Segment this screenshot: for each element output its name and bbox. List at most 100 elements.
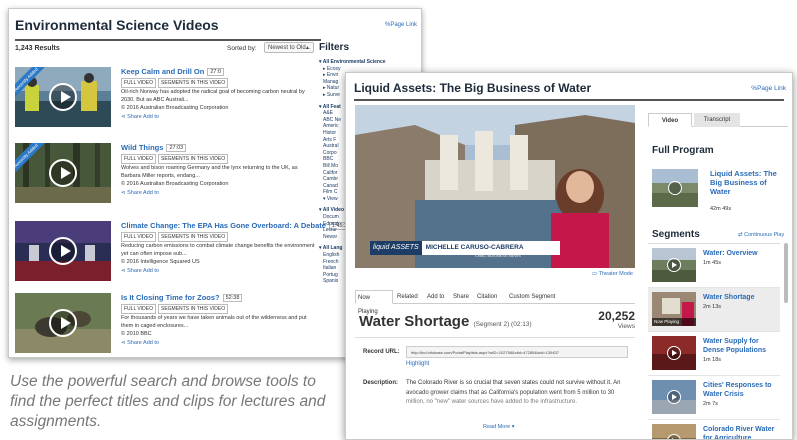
- result-actions[interactable]: ⋖ Share Add to: [121, 340, 159, 346]
- read-more-link[interactable]: Read More ▾: [483, 424, 515, 430]
- description-label: Description:: [363, 380, 399, 386]
- result-actions[interactable]: ⋖ Share Add to: [121, 114, 159, 120]
- views-count: 20,252: [598, 309, 635, 323]
- video-player[interactable]: liquid ASSETS MICHELLE CARUSO-CABRERA CNB…: [355, 105, 635, 268]
- play-icon[interactable]: [667, 390, 681, 404]
- episode-segment: (Segment 2) (02:13): [473, 321, 532, 328]
- duration-badge: 52:38: [222, 294, 243, 302]
- tab-related[interactable]: Related: [395, 290, 423, 304]
- result-title[interactable]: Wild Things 27:03: [121, 143, 187, 152]
- play-icon[interactable]: [49, 237, 77, 265]
- full-video-tag[interactable]: FULL VIDEO: [121, 78, 156, 88]
- share-icon: ⋖: [121, 114, 126, 120]
- actions-label: Share Add to: [127, 190, 159, 196]
- liquid-assets-window: Liquid Assets: The Big Business of Water…: [345, 72, 793, 440]
- filter-group-heading[interactable]: ▾ All Environmental Science: [319, 59, 421, 66]
- play-icon[interactable]: [49, 83, 77, 111]
- full-program-duration: 42m 49s: [710, 206, 732, 212]
- full-video-tag[interactable]: FULL VIDEO: [121, 304, 156, 314]
- segment-thumbnail[interactable]: Now Playing: [652, 292, 696, 326]
- segment-item[interactable]: Now Playing Water Shortage 2m 13s: [648, 288, 780, 332]
- segments-tag[interactable]: SEGMENTS IN THIS VIDEO: [158, 232, 229, 242]
- page-link[interactable]: %Page Link: [385, 22, 417, 28]
- result-item: Recently Added Wild Things 27:03 FULL VID…: [15, 143, 315, 209]
- monitor-icon: ▭: [592, 271, 598, 277]
- page-title: Liquid Assets: The Big Business of Water: [354, 81, 592, 95]
- result-item: Climate Change: The EPA Has Gone Overboa…: [15, 221, 354, 287]
- segments-tag[interactable]: SEGMENTS IN THIS VIDEO: [158, 154, 229, 164]
- reporter-subtitle: CNBC BUSINESS NEWS: [475, 253, 521, 258]
- highlight-link[interactable]: Highlight: [406, 361, 429, 367]
- page-link-label: Page Link: [390, 22, 417, 28]
- segment-item[interactable]: Water: Overview 1m 45s: [648, 244, 780, 288]
- segments-heading: Segments: [652, 229, 700, 240]
- segments-tag[interactable]: SEGMENTS IN THIS VIDEO: [158, 78, 229, 88]
- segment-item[interactable]: Water Supply for Dense Populations 1m 18…: [648, 332, 780, 376]
- result-title[interactable]: Is It Closing Time for Zoos? 52:38: [121, 293, 243, 302]
- share-icon: ⋖: [121, 340, 126, 346]
- share-icon: ⋖: [121, 190, 126, 196]
- segment-thumbnail[interactable]: [652, 248, 696, 282]
- play-icon[interactable]: [667, 258, 681, 272]
- title-divider: [15, 39, 321, 41]
- segments-tag[interactable]: SEGMENTS IN THIS VIDEO: [158, 304, 229, 314]
- page-link-label: Page Link: [757, 85, 786, 92]
- result-tags: FULL VIDEO SEGMENTS IN THIS VIDEO: [121, 304, 230, 314]
- segment-title: Water Shortage: [703, 294, 755, 301]
- result-copyright: © 2016 Australian Broadcasting Corporati…: [121, 181, 229, 187]
- segment-item[interactable]: Cities' Responses to Water Crisis 2m 7s: [648, 376, 780, 420]
- tab-video[interactable]: Video: [648, 113, 692, 127]
- page-title: Environmental Science Videos: [15, 17, 219, 33]
- chevron-down-icon: ▲: [305, 45, 310, 51]
- full-program-thumbnail[interactable]: [652, 169, 698, 207]
- result-title[interactable]: Keep Calm and Drill On 27:0: [121, 67, 225, 76]
- segment-title: Water: Overview: [703, 250, 758, 257]
- result-thumbnail[interactable]: [15, 293, 111, 353]
- segment-thumbnail[interactable]: [652, 380, 696, 414]
- actions-label: Share Add to: [127, 268, 159, 274]
- marketing-caption: Use the powerful search and browse tools…: [10, 373, 326, 430]
- result-thumbnail[interactable]: [15, 221, 111, 281]
- result-thumbnail[interactable]: Recently Added: [15, 67, 111, 127]
- tab-custom-segment[interactable]: Custom Segment: [507, 290, 559, 304]
- tab-add-to[interactable]: Add to: [425, 290, 449, 304]
- sort-select[interactable]: Newest to Old... ▲: [264, 42, 314, 53]
- tab-transcript[interactable]: Transcript: [694, 113, 740, 127]
- play-icon[interactable]: [668, 181, 682, 195]
- divider: [355, 337, 635, 338]
- segment-duration: 1m 18s: [703, 357, 722, 363]
- play-icon[interactable]: [49, 309, 77, 337]
- tab-now-playing[interactable]: Now Playing: [355, 290, 393, 315]
- page-link[interactable]: %Page Link: [751, 85, 786, 92]
- continuous-play-toggle[interactable]: ⇄ Continuous Play: [738, 232, 784, 238]
- result-actions[interactable]: ⋖ Share Add to: [121, 190, 159, 196]
- record-url-field[interactable]: http://fod.infobase.com/PortalPlaylists.…: [406, 346, 628, 358]
- segment-thumbnail[interactable]: [652, 336, 696, 370]
- tab-share[interactable]: Share: [451, 290, 473, 304]
- segment-thumbnail[interactable]: [652, 424, 696, 439]
- segment-title: Cities' Responses to Water Crisis: [703, 382, 772, 398]
- segment-title: Colorado River Water for Agriculture: [703, 426, 775, 440]
- full-program-title[interactable]: Liquid Assets: The Big Business of Water: [710, 169, 786, 196]
- right-panel: Video Transcript Full Program Liquid Ass…: [644, 105, 788, 440]
- result-copyright: © 2010 BBC: [121, 331, 152, 337]
- segment-list: Water: Overview 1m 45s Now Playing Water…: [648, 243, 780, 440]
- segment-item[interactable]: Colorado River Water for Agriculture: [648, 420, 780, 440]
- play-icon[interactable]: [667, 346, 681, 360]
- full-video-tag[interactable]: FULL VIDEO: [121, 232, 156, 242]
- result-thumbnail[interactable]: Recently Added: [15, 143, 111, 203]
- play-icon[interactable]: [49, 159, 77, 187]
- filters-heading: Filters: [319, 42, 350, 53]
- result-title-text: Climate Change: The EPA Has Gone Overboa…: [121, 221, 326, 230]
- full-video-tag[interactable]: FULL VIDEO: [121, 154, 156, 164]
- result-description: Wolves and bison roaming Germany and the…: [121, 165, 298, 179]
- tab-citation[interactable]: Citation: [475, 290, 505, 304]
- theater-mode-button[interactable]: ▭ Theater Mode: [592, 271, 633, 277]
- segment-scrollbar[interactable]: [784, 243, 788, 303]
- duration-badge: 27:03: [166, 144, 187, 152]
- episode-title-text: Water Shortage: [359, 313, 470, 330]
- result-actions[interactable]: ⋖ Share Add to: [121, 268, 159, 274]
- result-item: Recently Added Keep Calm and Drill On 27:…: [15, 67, 315, 133]
- panel-tabs: Video Transcript: [648, 113, 788, 127]
- record-url-label: Record URL:: [363, 349, 400, 355]
